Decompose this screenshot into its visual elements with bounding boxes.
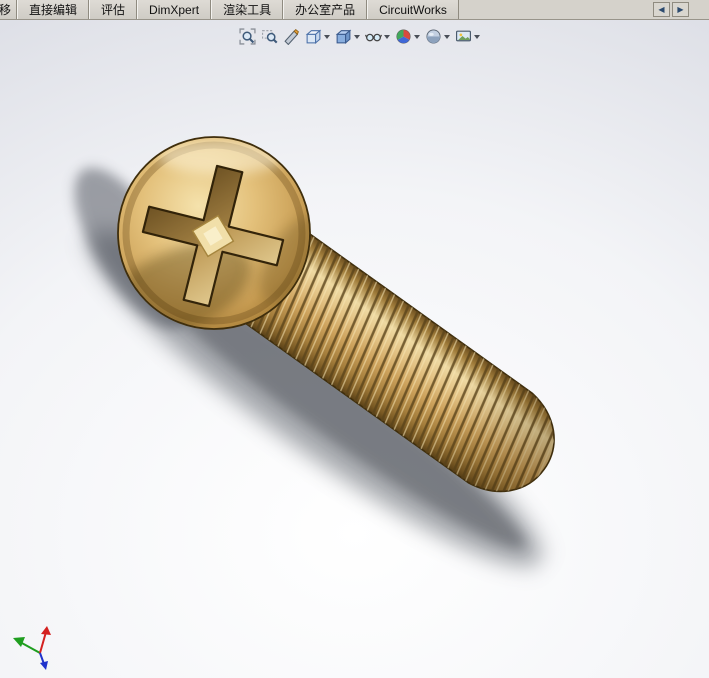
tab-label: 评估 — [101, 3, 126, 17]
section-view-icon — [284, 29, 299, 45]
apply-scene-button[interactable] — [424, 27, 451, 46]
dropdown-arrow-icon — [414, 34, 420, 39]
tab-label: DimXpert — [149, 2, 200, 17]
heads-up-view-toolbar — [238, 27, 481, 46]
tab-bar-corner-buttons: ◀ ▶ — [653, 0, 709, 19]
view-orientation-button[interactable] — [304, 27, 331, 46]
zoom-to-area-icon — [262, 30, 278, 44]
apply-scene-sphere-icon — [426, 29, 441, 44]
view-orientation-icon — [305, 29, 322, 45]
view-settings-icon — [456, 30, 471, 42]
tab-direct-editing[interactable]: 直接编辑 — [17, 0, 90, 19]
dropdown-arrow-icon — [324, 34, 330, 39]
hide-show-items-glasses-icon — [365, 33, 382, 42]
edit-appearance-ball-icon — [396, 29, 411, 44]
dropdown-arrow-icon — [444, 34, 450, 39]
tab-render-tools[interactable]: 渲染工具 — [211, 0, 284, 19]
graphics-viewport[interactable] — [0, 20, 709, 678]
tab-label: CircuitWorks — [379, 2, 447, 17]
hide-show-items-button[interactable] — [364, 27, 391, 46]
display-style-icon — [335, 29, 352, 45]
tab-label: 移 — [0, 3, 12, 17]
section-view-button[interactable] — [282, 27, 301, 46]
zoom-to-area-button[interactable] — [260, 27, 279, 46]
dropdown-arrow-icon — [384, 34, 390, 39]
collapse-right-button[interactable]: ▶ — [672, 2, 689, 17]
tab-partial-left[interactable]: 移 — [0, 0, 18, 19]
collapse-left-button[interactable]: ◀ — [653, 2, 670, 17]
command-manager-tab-bar: 移 直接编辑 评估 DimXpert 渲染工具 办公室产品 CircuitWor… — [0, 0, 709, 20]
view-settings-button[interactable] — [454, 27, 481, 46]
zoom-to-fit-button[interactable] — [238, 27, 257, 46]
tab-evaluate[interactable]: 评估 — [89, 0, 138, 19]
dropdown-arrow-icon — [354, 34, 360, 39]
tab-office-products[interactable]: 办公室产品 — [283, 0, 368, 19]
display-style-button[interactable] — [334, 27, 361, 46]
tab-label: 直接编辑 — [29, 3, 78, 17]
dropdown-arrow-icon — [474, 34, 480, 39]
tab-circuitworks[interactable]: CircuitWorks — [367, 0, 459, 19]
tab-label: 渲染工具 — [223, 3, 272, 17]
tab-dimxpert[interactable]: DimXpert — [137, 0, 212, 19]
tab-label: 办公室产品 — [295, 3, 356, 17]
zoom-to-fit-icon — [239, 28, 256, 45]
edit-appearance-button[interactable] — [394, 27, 421, 46]
